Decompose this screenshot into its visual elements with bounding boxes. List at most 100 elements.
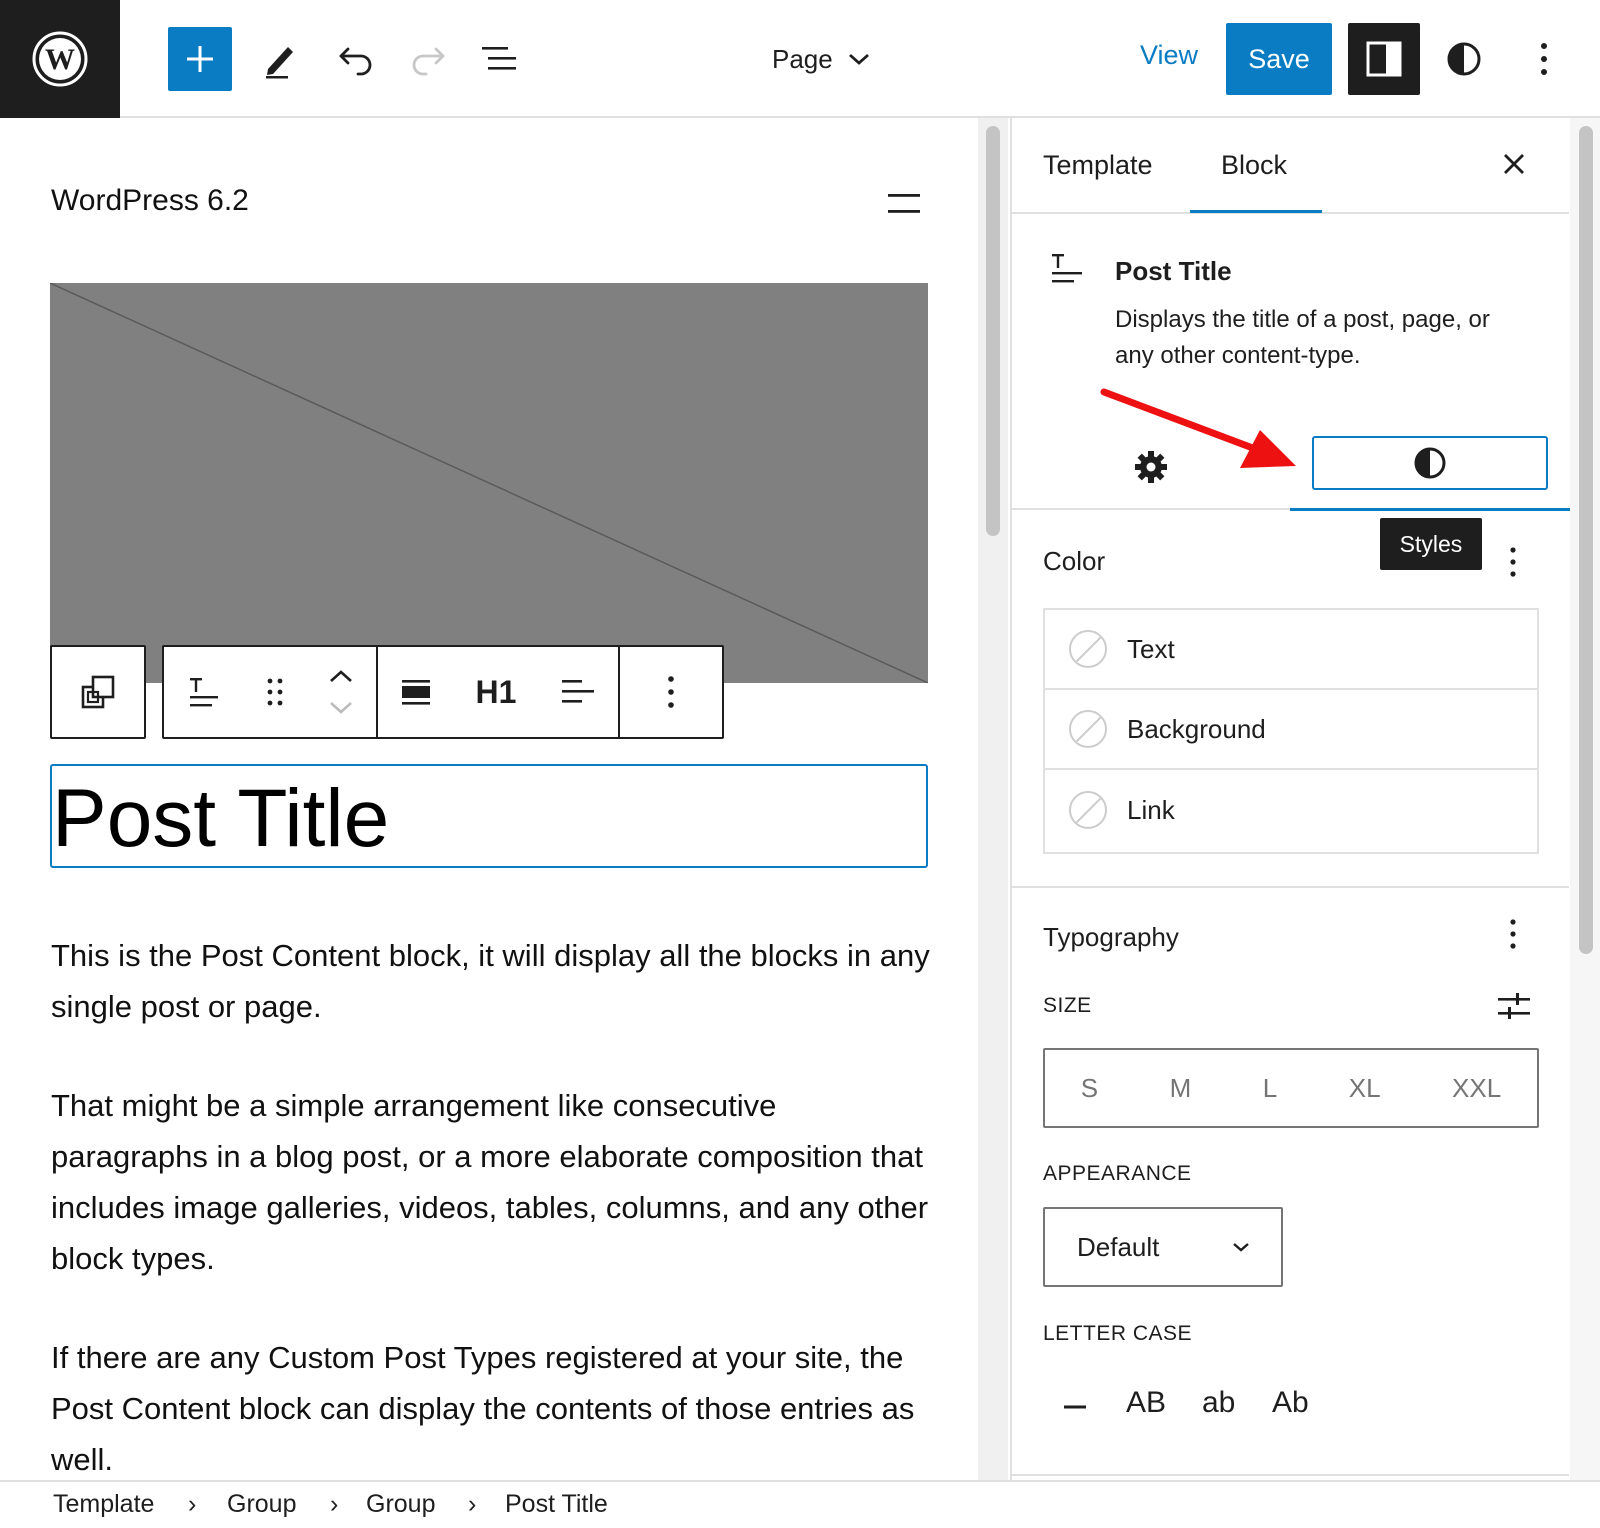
document-title-dropdown[interactable]: Page [772, 36, 871, 82]
block-card-title: Post Title [1115, 256, 1232, 286]
sidebar-icon [1366, 41, 1402, 77]
color-item-link[interactable]: Link [1045, 770, 1537, 850]
post-content-paragraph[interactable]: That might be a simple arrangement like … [51, 1080, 931, 1284]
more-vertical-icon [668, 676, 674, 708]
view-link[interactable]: View [1140, 40, 1198, 71]
breadcrumb-separator: › [188, 1490, 197, 1518]
color-item-background[interactable]: Background [1045, 690, 1537, 770]
sidebar-scrollbar-thumb[interactable] [1579, 126, 1593, 954]
chevron-up-down-icon [330, 670, 353, 714]
options-menu-button[interactable] [1512, 27, 1576, 91]
font-size-option-xxl[interactable]: XXL [1452, 1073, 1501, 1104]
empty-swatch-icon [1069, 630, 1107, 668]
typography-panel-title: Typography [1043, 922, 1179, 952]
minus-icon [1064, 1405, 1086, 1409]
font-size-option-m[interactable]: M [1170, 1073, 1192, 1104]
settings-sliders-icon [1498, 993, 1530, 1019]
styles-button[interactable] [1432, 27, 1496, 91]
close-sidebar-button[interactable] [1502, 152, 1526, 176]
featured-image-placeholder[interactable] [50, 283, 928, 683]
navigation-menu-button[interactable] [886, 192, 922, 216]
post-content-paragraph[interactable]: If there are any Custom Post Types regis… [51, 1332, 931, 1485]
appearance-select[interactable]: Default [1043, 1207, 1283, 1287]
color-item-label: Link [1127, 794, 1175, 825]
panel-divider [1011, 1474, 1569, 1476]
font-size-option-s[interactable]: S [1081, 1073, 1098, 1104]
size-label: SIZE [1043, 994, 1092, 1017]
align-left-icon [562, 680, 595, 703]
redo-button[interactable] [396, 27, 460, 91]
letter-case-capitalize-button[interactable]: Ab [1272, 1386, 1309, 1420]
post-title-icon [189, 678, 218, 707]
color-panel-title: Color [1043, 546, 1106, 576]
letter-case-lowercase-button[interactable]: ab [1202, 1386, 1235, 1420]
chevron-down-icon [848, 53, 869, 65]
settings-sidebar-toggle[interactable] [1348, 23, 1420, 95]
svg-text:W: W [45, 43, 75, 76]
styles-tooltip: Styles [1380, 518, 1482, 570]
wordpress-logo-icon: W [32, 31, 88, 87]
breadcrumb-separator: › [330, 1490, 339, 1518]
half-circle-contrast-icon [1447, 42, 1481, 76]
select-parent-button[interactable] [50, 645, 146, 739]
align-button[interactable] [400, 677, 432, 707]
canvas-scrollbar-thumb[interactable] [986, 126, 1000, 536]
active-tab-indicator [1190, 210, 1322, 213]
save-button[interactable]: Save [1226, 23, 1332, 95]
undo-button[interactable] [324, 27, 388, 91]
font-size-picker: S M L XL XXL [1043, 1048, 1539, 1128]
wordpress-logo-button[interactable]: W [0, 0, 120, 118]
breadcrumb-item-group[interactable]: Group [227, 1490, 296, 1519]
post-content-paragraph[interactable]: This is the Post Content block, it will … [51, 930, 931, 1032]
plus-icon [187, 46, 213, 72]
appearance-label: APPEARANCE [1043, 1162, 1192, 1185]
letter-case-none-button[interactable] [1064, 1404, 1088, 1410]
breadcrumb-item-post-title: Post Title [505, 1490, 608, 1518]
undo-icon [339, 47, 372, 76]
close-icon [1504, 154, 1524, 174]
list-view-button[interactable] [468, 27, 532, 91]
color-item-label: Background [1127, 713, 1266, 744]
typography-options-button[interactable] [1508, 918, 1518, 950]
move-up-down-buttons[interactable] [328, 667, 354, 717]
pencil-icon [266, 47, 293, 79]
annotation-arrow [1100, 388, 1296, 468]
font-size-option-xl[interactable]: XL [1349, 1073, 1381, 1104]
empty-swatch-icon [1069, 791, 1107, 829]
chevron-down-icon [1233, 1243, 1249, 1252]
block-card-description: Displays the title of a post, page, or a… [1115, 306, 1490, 369]
block-toolbar-group-format: H1 [378, 647, 620, 737]
tab-block-styles[interactable] [1312, 436, 1548, 490]
list-view-icon [482, 47, 516, 70]
color-item-label: Text [1127, 633, 1175, 664]
post-title-icon [1050, 252, 1086, 288]
letter-case-uppercase-button[interactable]: AB [1126, 1386, 1166, 1420]
letter-case-label: LETTER CASE [1043, 1322, 1193, 1345]
drag-handle[interactable] [265, 676, 285, 708]
custom-size-toggle[interactable] [1496, 990, 1532, 1024]
color-options-button[interactable] [1508, 546, 1518, 578]
duplicate-blocks-icon [81, 675, 115, 709]
block-inserter-button[interactable] [168, 27, 232, 91]
post-title-text: Post Title [52, 773, 390, 864]
heading-level-button[interactable]: H1 [476, 674, 517, 711]
post-title-block[interactable]: Post Title [50, 764, 928, 868]
tab-template[interactable]: Template [1043, 150, 1153, 181]
color-item-text[interactable]: Text [1045, 610, 1537, 690]
font-size-option-l[interactable]: L [1263, 1073, 1277, 1104]
align-wide-icon [401, 680, 430, 705]
block-options-button[interactable] [620, 647, 722, 737]
panel-divider [1011, 886, 1569, 888]
breadcrumb-item-template[interactable]: Template [53, 1490, 154, 1519]
placeholder-diagonal [50, 283, 928, 683]
tools-button[interactable] [248, 27, 312, 91]
hamburger-menu-icon [888, 194, 920, 213]
breadcrumb-item-group[interactable]: Group [366, 1490, 435, 1519]
document-title: Page [772, 43, 833, 74]
half-circle-contrast-icon [1414, 447, 1446, 479]
tab-block[interactable]: Block [1221, 150, 1287, 181]
block-switcher-button[interactable] [186, 674, 222, 710]
empty-swatch-icon [1069, 710, 1107, 748]
site-title[interactable]: WordPress 6.2 [51, 184, 249, 218]
text-align-button[interactable] [560, 677, 596, 707]
